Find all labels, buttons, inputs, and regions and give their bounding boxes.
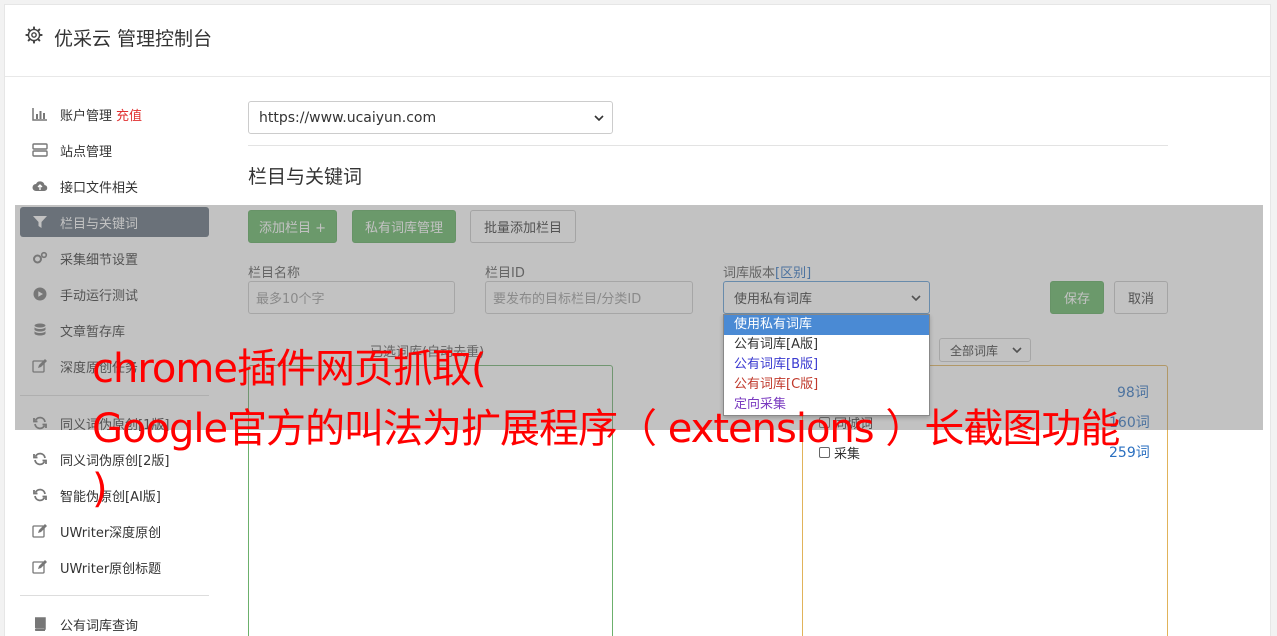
database-icon bbox=[34, 323, 46, 336]
save-button[interactable]: 保存 bbox=[1050, 281, 1104, 314]
column-id-input[interactable]: 要发布的目标栏目/分类ID bbox=[485, 281, 693, 314]
sidebar-item-label: UWriter原创标题 bbox=[60, 561, 162, 577]
sidebar-item-collect-settings[interactable]: 采集细节设置 bbox=[20, 243, 209, 273]
sidebar-item-label: 文章暂存库 bbox=[60, 324, 126, 340]
sidebar-item-label: 同义词伪原创[2版] bbox=[60, 453, 170, 469]
site-select[interactable]: https://www.ucaiyun.com bbox=[248, 101, 613, 134]
sidebar-item-label: UWriter深度原创 bbox=[60, 525, 162, 541]
sidebar-item-label: 接口文件相关 bbox=[60, 180, 139, 196]
sidebar-item-account[interactable]: 账户管理 充值 bbox=[20, 99, 209, 129]
filter-icon bbox=[33, 216, 47, 228]
column-id-placeholder: 要发布的目标栏目/分类ID bbox=[493, 292, 642, 307]
dropdown-option[interactable]: 使用私有词库 bbox=[724, 315, 929, 335]
watermark-line: Google官方的叫法为扩展程序（ extensions ）长截图功能 bbox=[92, 406, 1120, 452]
column-name-input[interactable]: 最多10个字 bbox=[248, 281, 455, 314]
column-id-label: 栏目ID bbox=[485, 266, 525, 281]
sidebar-item-ai-rewrite[interactable]: 智能伪原创[AI版] bbox=[20, 480, 209, 510]
sidebar-item-label: 账户管理 bbox=[60, 108, 113, 124]
gear-icon bbox=[25, 26, 43, 44]
sidebar-item-interface-files[interactable]: 接口文件相关 bbox=[20, 171, 209, 201]
page-header: 优采云 管理控制台 bbox=[5, 5, 1270, 77]
lib-version-value: 使用私有词库 bbox=[734, 292, 813, 307]
column-name-placeholder: 最多10个字 bbox=[256, 292, 325, 307]
edit-icon bbox=[32, 560, 47, 574]
bar-chart-icon bbox=[32, 108, 47, 121]
sidebar-item-label: 采集细节设置 bbox=[60, 252, 139, 268]
column-name-label: 栏目名称 bbox=[248, 266, 301, 281]
watermark-line: chrome插件网页抓取( bbox=[92, 346, 487, 392]
chevron-down-icon bbox=[911, 294, 921, 301]
refresh-icon bbox=[33, 452, 47, 466]
lib-version-label: 词库版本[区别] bbox=[723, 262, 811, 281]
sidebar-divider bbox=[20, 595, 209, 596]
add-column-button[interactable]: 添加栏目 + bbox=[248, 210, 337, 243]
sidebar-item-label: 栏目与关键词 bbox=[60, 216, 139, 232]
sidebar-item-label: 智能伪原创[AI版] bbox=[60, 489, 161, 505]
chevron-down-icon bbox=[1012, 347, 1022, 353]
sidebar-item-uwriter-deep[interactable]: UWriter深度原创 bbox=[20, 516, 209, 546]
edit-icon bbox=[32, 359, 47, 373]
sidebar-item-sites[interactable]: 站点管理 bbox=[20, 135, 209, 165]
section-title: 栏目与关键词 bbox=[248, 166, 363, 188]
batch-add-button[interactable]: 批量添加栏目 bbox=[470, 210, 576, 243]
edit-icon bbox=[32, 524, 47, 538]
site-select-value: https://www.ucaiyun.com bbox=[259, 109, 437, 126]
lib-filter-value: 全部词库 bbox=[950, 343, 999, 358]
refresh-icon bbox=[33, 488, 47, 502]
play-circle-icon bbox=[33, 287, 47, 301]
dropdown-option[interactable]: 公有词库[A版] bbox=[724, 335, 929, 355]
book-icon bbox=[34, 617, 46, 631]
lib-version-select[interactable]: 使用私有词库 bbox=[723, 281, 930, 314]
app-title: 优采云 管理控制台 bbox=[54, 28, 213, 50]
dropdown-option[interactable]: 公有词库[B版] bbox=[724, 355, 929, 375]
sidebar-item-uwriter-title[interactable]: UWriter原创标题 bbox=[20, 552, 209, 582]
sidebar-item-label: 站点管理 bbox=[60, 144, 113, 160]
lib-version-label-text: 词库版本 bbox=[723, 266, 776, 281]
cloud-upload-icon bbox=[32, 181, 48, 192]
sidebar-item-public-lib-query[interactable]: 公有词库查询 bbox=[20, 609, 209, 636]
sidebar-item-label: 公有词库查询 bbox=[60, 618, 139, 634]
dropdown-option[interactable]: 公有词库[C版] bbox=[724, 375, 929, 395]
gears-icon bbox=[33, 251, 48, 264]
sidebar-item-columns-keywords[interactable]: 栏目与关键词 bbox=[20, 207, 209, 237]
lib-filter-select[interactable]: 全部词库 bbox=[939, 338, 1031, 362]
watermark-line: ) bbox=[92, 466, 108, 512]
lib-version-dropdown: 使用私有词库 公有词库[A版] 公有词库[B版] 公有词库[C版] 定向采集 bbox=[723, 314, 930, 416]
sidebar-divider bbox=[20, 395, 209, 396]
recharge-link[interactable]: 充值 bbox=[116, 105, 142, 124]
sidebar-item-manual-run[interactable]: 手动运行测试 bbox=[20, 279, 209, 309]
lib-count: 98词 bbox=[1117, 385, 1149, 401]
private-lib-button[interactable]: 私有词库管理 bbox=[352, 210, 456, 243]
cancel-button[interactable]: 取消 bbox=[1114, 281, 1168, 314]
sidebar-item-article-storage[interactable]: 文章暂存库 bbox=[20, 315, 209, 345]
refresh-icon bbox=[33, 416, 47, 430]
diff-link[interactable]: [区别] bbox=[775, 266, 811, 281]
server-icon bbox=[32, 143, 48, 157]
divider bbox=[248, 145, 1168, 146]
sidebar-item-label: 手动运行测试 bbox=[60, 288, 139, 304]
chevron-down-icon bbox=[594, 114, 604, 121]
